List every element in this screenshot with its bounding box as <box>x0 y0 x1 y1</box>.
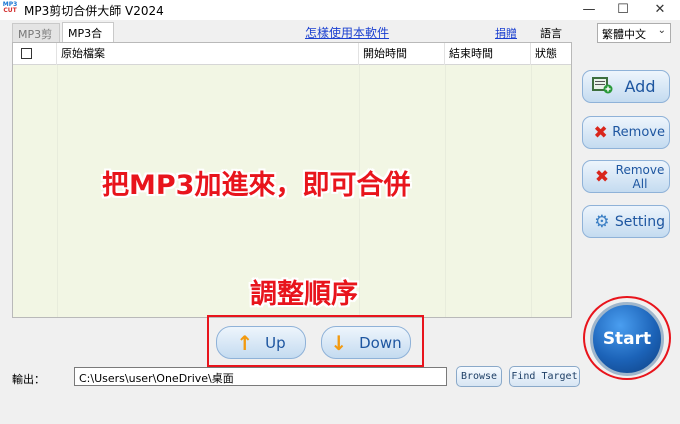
add-button[interactable]: Add <box>582 70 670 103</box>
title-bar: MP3 CUT MP3剪切合併大師 V2024 — ☐ ✕ <box>0 0 680 20</box>
help-link[interactable]: 怎樣使用本軟件 <box>305 24 389 41</box>
remove-all-button[interactable]: ✖ Remove All <box>582 160 670 193</box>
add-file-icon <box>589 74 615 99</box>
maximize-button[interactable]: ☐ <box>606 0 640 20</box>
column-divider <box>531 65 532 317</box>
select-all-checkbox[interactable] <box>21 48 32 59</box>
order-hint-annotation: 調整順序 <box>250 279 358 310</box>
remove-button-label: Remove <box>612 125 665 140</box>
up-arrow-icon: ↑ <box>236 330 254 355</box>
add-button-label: Add <box>624 77 656 96</box>
minimize-button[interactable]: — <box>572 0 606 20</box>
remove-button[interactable]: ✖ Remove <box>582 116 670 149</box>
setting-button-label: Setting <box>614 213 665 230</box>
red-x-icon: ✖ <box>593 122 608 143</box>
close-button[interactable]: ✕ <box>643 0 677 20</box>
column-divider <box>57 65 58 317</box>
setting-button[interactable]: ⚙ Setting <box>582 205 670 238</box>
red-x-icon: ✖ <box>594 166 610 187</box>
language-select-value: 繁體中文 <box>602 28 646 41</box>
browse-button[interactable]: Browse <box>456 366 502 387</box>
language-select[interactable]: 繁體中文 ⌄ <box>597 23 671 43</box>
down-arrow-icon: ↓ <box>330 330 348 355</box>
move-up-label: Up <box>265 333 286 352</box>
move-down-label: Down <box>359 333 402 352</box>
move-down-button[interactable]: ↓ Down <box>321 326 411 359</box>
tab-mp3-merge[interactable]: MP3合併 <box>62 22 114 56</box>
header-checkbox-cell <box>13 43 57 65</box>
app-icon: MP3 CUT <box>2 1 18 14</box>
column-header-file[interactable]: 原始檔案 <box>57 43 359 65</box>
column-divider <box>445 65 446 317</box>
chevron-down-icon: ⌄ <box>657 25 666 36</box>
output-path-field[interactable]: C:\Users\user\OneDrive\桌面 <box>74 367 447 386</box>
list-header: 原始檔案 開始時間 結束時間 狀態 <box>13 43 571 65</box>
language-label: 語言 <box>540 27 562 40</box>
column-header-end-time[interactable]: 結束時間 <box>445 43 531 65</box>
gear-icon: ⚙ <box>594 211 610 232</box>
find-target-button[interactable]: Find Target <box>509 366 580 387</box>
output-label: 輸出： <box>12 373 45 386</box>
start-button[interactable]: Start <box>590 302 664 376</box>
column-header-start-time[interactable]: 開始時間 <box>359 43 445 65</box>
remove-all-button-label: Remove All <box>615 162 665 191</box>
donate-link[interactable]: 捐贈 <box>495 25 517 41</box>
window-title: MP3剪切合併大師 V2024 <box>24 4 164 18</box>
add-hint-annotation: 把MP3加進來，即可合併 <box>102 170 411 201</box>
column-header-status[interactable]: 狀態 <box>531 43 571 65</box>
tab-mp3-cut[interactable]: MP3剪切 <box>12 23 60 57</box>
move-up-button[interactable]: ↑ Up <box>216 326 306 359</box>
